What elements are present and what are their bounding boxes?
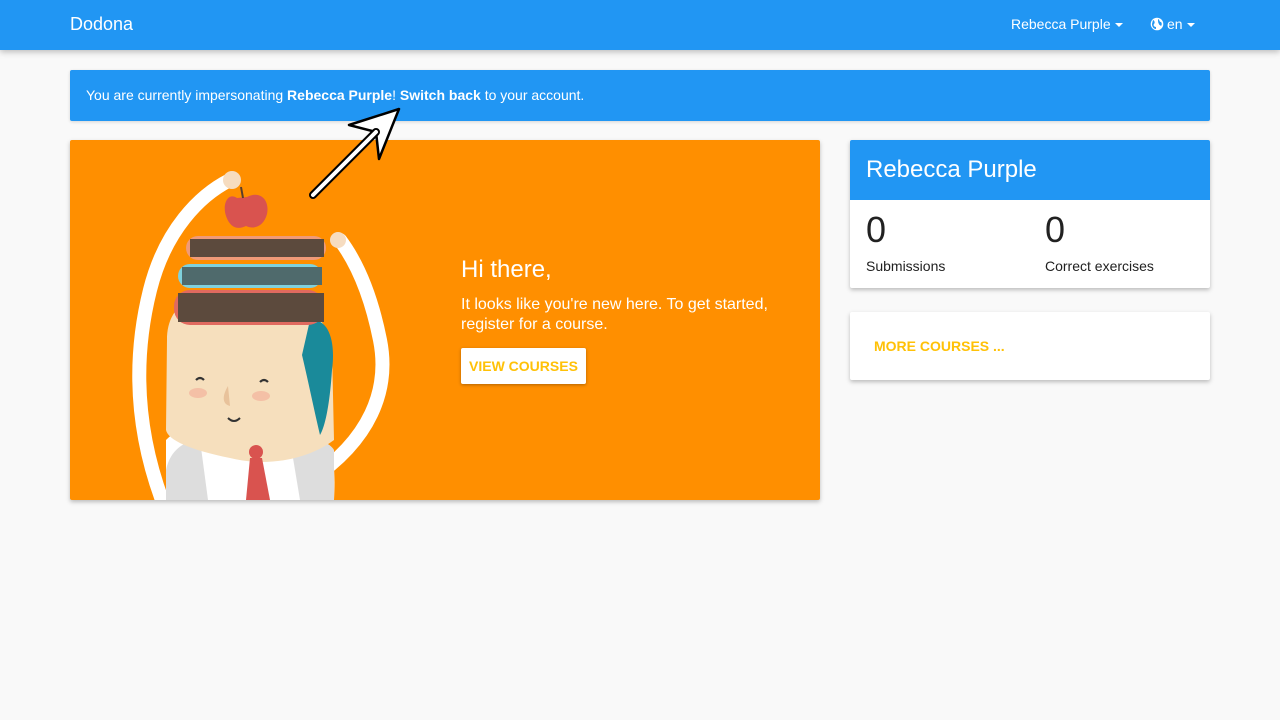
- language-label: en: [1167, 16, 1183, 32]
- profile-name: Rebecca Purple: [850, 140, 1210, 200]
- switch-back-link[interactable]: Switch back: [400, 87, 481, 103]
- more-courses-link[interactable]: MORE COURSES ...: [874, 338, 1005, 354]
- welcome-hero-card: Hi there, It looks like you're new here.…: [70, 140, 820, 500]
- submissions-stat: 0 Submissions: [866, 208, 945, 274]
- caret-down-icon: [1186, 23, 1195, 28]
- submissions-label: Submissions: [866, 258, 946, 274]
- user-menu-label: Rebecca Purple: [1011, 16, 1111, 32]
- alert-prefix: You are currently impersonating: [86, 87, 288, 103]
- caret-down-icon: [1114, 23, 1123, 28]
- top-navbar: Dodona Rebecca Purple en: [0, 0, 1280, 50]
- hero-title: Hi there,: [461, 256, 552, 283]
- globe-icon: [1150, 17, 1164, 31]
- correct-exercises-stat: 0 Correct exercises: [1045, 208, 1154, 274]
- annotation-arrow-icon: [309, 107, 401, 199]
- user-menu-dropdown[interactable]: Rebecca Purple: [1011, 16, 1123, 32]
- brand-link[interactable]: Dodona: [70, 14, 133, 35]
- alert-suffix: to your account.: [480, 87, 585, 103]
- correct-exercises-count: 0: [1045, 209, 1066, 250]
- language-dropdown[interactable]: en: [1150, 16, 1195, 32]
- courses-card: MORE COURSES ...: [850, 312, 1210, 380]
- correct-exercises-label: Correct exercises: [1045, 258, 1154, 274]
- hero-text: It looks like you're new here. To get st…: [461, 296, 768, 333]
- view-courses-button[interactable]: VIEW COURSES: [461, 348, 586, 384]
- impersonation-alert: You are currently impersonating Rebecca …: [70, 70, 1210, 121]
- submissions-count: 0: [866, 209, 887, 250]
- profile-card: Rebecca Purple 0 Submissions 0 Correct e…: [850, 140, 1210, 288]
